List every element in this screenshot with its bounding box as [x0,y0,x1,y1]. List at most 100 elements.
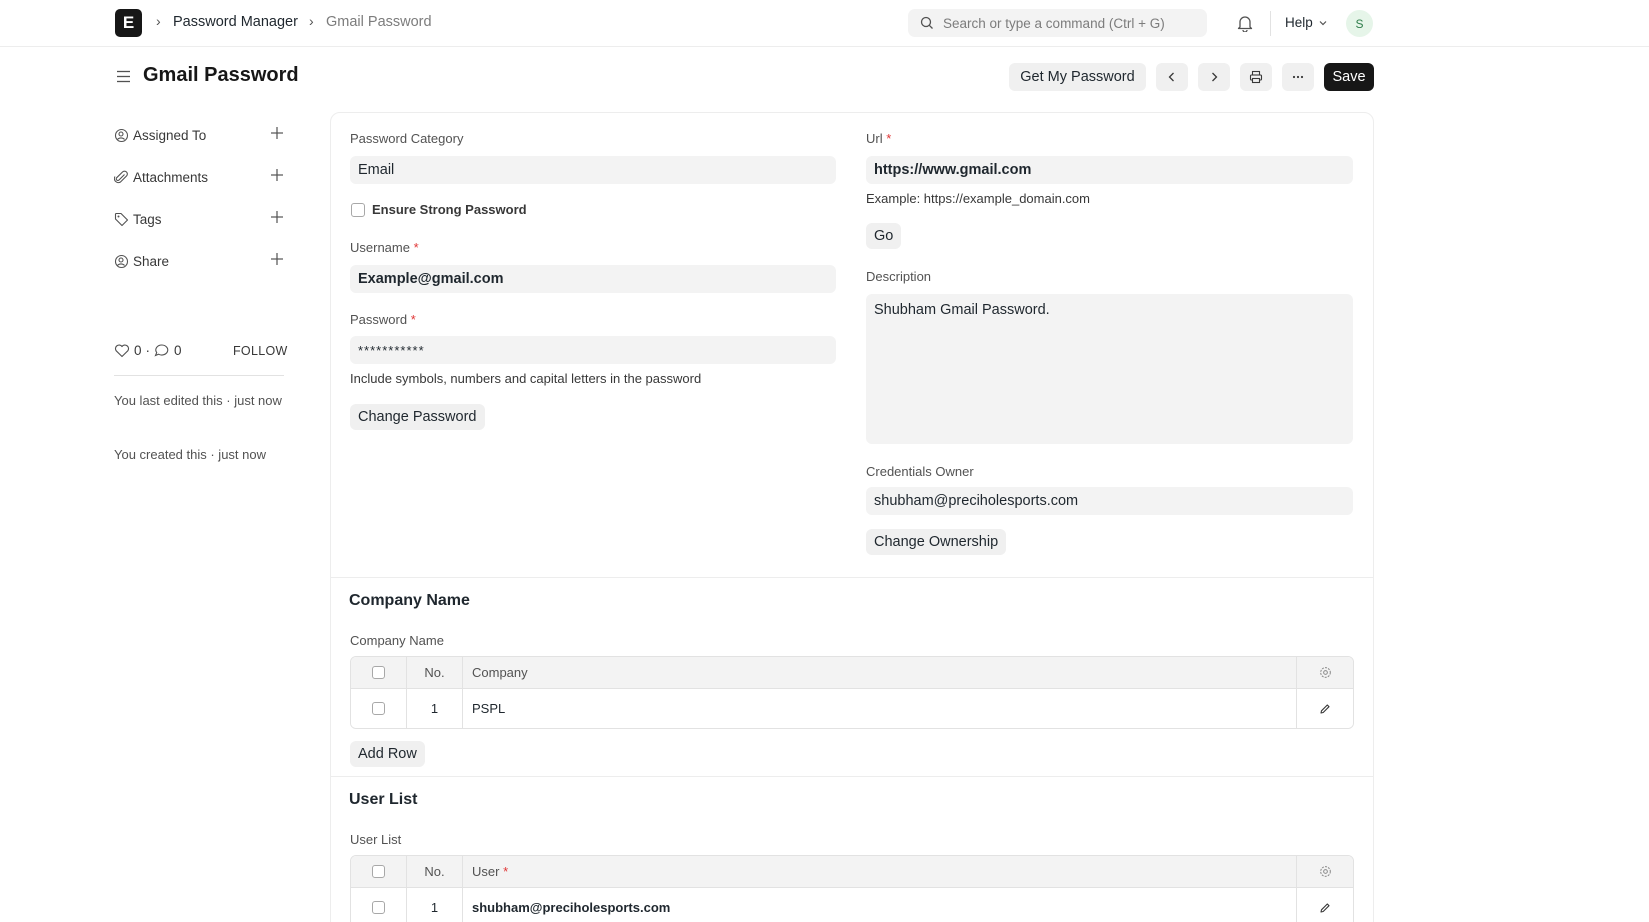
save-button[interactable]: Save [1324,63,1374,91]
paperclip-icon [114,170,128,184]
select-all-checkbox[interactable] [372,666,385,679]
get-my-password-button[interactable]: Get My Password [1009,63,1146,91]
select-all-cell [351,856,407,887]
password-field[interactable]: *********** [350,336,836,364]
row-check-cell [351,689,407,728]
follow-button[interactable]: FOLLOW [233,344,288,358]
column-no: No. [407,856,463,887]
tag-icon [114,212,129,227]
password-hint: Include symbols, numbers and capital let… [350,371,702,386]
more-horizontal-icon [1292,75,1304,79]
chevron-right-icon [1212,72,1218,82]
avatar[interactable]: S [1346,10,1373,37]
breadcrumb-current[interactable]: Gmail Password [326,14,432,30]
plus-icon[interactable] [270,168,284,182]
credentials-owner-field[interactable]: shubham@preciholesports.com [866,487,1353,515]
user-assign-icon [114,128,129,143]
created-note: You created this · just now [114,447,266,462]
share-user-icon [114,254,129,269]
printer-icon [1249,70,1263,84]
gear-icon[interactable] [1319,666,1332,679]
row-checkbox[interactable] [372,702,385,715]
table-row[interactable]: 1 shubham@preciholesports.com [351,888,1353,922]
plus-icon[interactable] [270,210,284,224]
select-all-cell [351,657,407,688]
required-marker: * [413,240,419,255]
sidebar-assigned-to[interactable]: Assigned To [114,126,284,143]
user-table: No. User * 1 shubham@preciholesports.com [350,855,1354,922]
ensure-strong-password-label[interactable]: Ensure Strong Password [372,202,527,217]
column-no: No. [407,657,463,688]
row-number: 1 [407,888,463,922]
form-card [330,112,1374,922]
url-field[interactable]: https://www.gmail.com [866,156,1353,184]
add-row-button[interactable]: Add Row [350,741,425,767]
chevron-down-icon [1319,20,1327,25]
url-label: Url * [866,131,891,146]
edit-icon[interactable] [1319,902,1331,914]
company-table-label: Company Name [350,633,444,648]
edit-icon[interactable] [1319,703,1331,715]
print-button[interactable] [1240,63,1272,91]
sidebar-toggle-icon[interactable] [116,69,131,84]
column-user-text: User [472,864,500,879]
chevron-right-icon: › [156,13,161,29]
table-header: No. Company [351,657,1353,689]
sidebar-attachments[interactable]: Attachments [114,168,284,185]
search-input[interactable] [943,15,1193,31]
breadcrumb-password-manager[interactable]: Password Manager [173,14,298,30]
sidebar-divider [114,375,284,376]
company-section-title: Company Name [349,592,470,609]
help-menu[interactable]: Help [1285,15,1328,30]
top-navbar: E › Password Manager › Gmail Password He… [0,0,1649,47]
description-textarea[interactable]: Shubham Gmail Password. [866,294,1353,444]
column-company: Company [463,657,1297,688]
search-icon [920,16,933,29]
app-logo[interactable]: E [115,9,142,37]
row-checkbox[interactable] [372,901,385,914]
select-all-checkbox[interactable] [372,865,385,878]
credentials-owner-label: Credentials Owner [866,464,974,479]
comment-icon[interactable] [154,343,170,358]
user-cell[interactable]: shubham@preciholesports.com [463,888,1297,922]
sidebar-tags[interactable]: Tags [114,210,284,227]
chevron-left-icon [1168,72,1174,82]
change-ownership-button[interactable]: Change Ownership [866,529,1007,555]
row-check-cell [351,888,407,922]
help-label: Help [1285,15,1313,30]
bell-icon[interactable] [1237,14,1253,32]
sidebar-item-label: Share [133,254,170,269]
gear-icon[interactable] [1319,865,1332,878]
sidebar-item-label: Tags [133,212,162,227]
row-edit-cell [1297,888,1353,922]
required-marker: * [410,312,416,327]
username-field[interactable]: Example@gmail.com [350,265,836,293]
stats-separator: · [145,343,151,358]
password-category-field[interactable]: Email [350,156,836,184]
ensure-strong-password-checkbox[interactable] [351,203,365,217]
column-settings-cell [1297,856,1353,887]
last-edited-note: You last edited this · just now [114,393,282,408]
previous-doc-button[interactable] [1156,63,1188,91]
plus-icon[interactable] [270,252,284,266]
plus-icon[interactable] [270,126,284,140]
table-header: No. User * [351,856,1353,888]
more-actions-button[interactable] [1282,63,1314,91]
heart-icon[interactable] [114,343,130,358]
company-table: No. Company 1 PSPL [350,656,1354,729]
next-doc-button[interactable] [1198,63,1230,91]
change-password-button[interactable]: Change Password [350,404,485,430]
go-button[interactable]: Go [866,223,902,249]
sidebar-share[interactable]: Share [114,252,284,269]
required-marker: * [503,864,509,879]
like-count: 0 [134,343,142,358]
password-category-label: Password Category [350,131,464,146]
comment-count: 0 [174,343,182,358]
column-user: User * [463,856,1297,887]
table-row[interactable]: 1 PSPL [351,689,1353,728]
sidebar-item-label: Attachments [133,170,209,185]
company-cell[interactable]: PSPL [463,689,1297,728]
search-bar[interactable] [908,9,1207,37]
user-table-label: User List [350,832,402,847]
user-section-title: User List [349,791,418,808]
